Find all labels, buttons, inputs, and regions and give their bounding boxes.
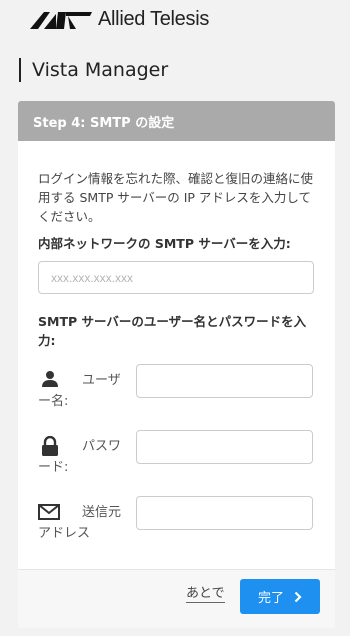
password-label: パスワード: [38, 439, 122, 475]
product-title: Vista Manager [19, 58, 168, 82]
later-link[interactable]: あとで [186, 586, 225, 603]
card-body: ログイン情報を忘れた際、確認と復旧の連絡に使用する SMTP サーバーの IP … [18, 141, 335, 544]
step-header: Step 4: SMTP の設定 [18, 101, 335, 141]
password-input[interactable] [136, 430, 313, 464]
sender-address-input[interactable] [136, 496, 313, 530]
setup-card: Step 4: SMTP の設定 ログイン情報を忘れた際、確認と復旧の連絡に使用… [18, 101, 335, 628]
username-row: ユーザー名: [38, 364, 315, 412]
logo-mark-icon [30, 11, 92, 29]
chevron-right-icon [294, 591, 302, 602]
smtp-server-input[interactable] [38, 261, 314, 294]
card-footer: あとで 完了 [18, 569, 335, 628]
smtp-server-label: 内部ネットワークの SMTP サーバーを入力: [38, 236, 291, 251]
username-label: ユーザー名: [38, 373, 121, 409]
password-row: パスワード: [38, 430, 315, 478]
logo-text: Allied Telesis [98, 8, 210, 30]
username-input[interactable] [136, 364, 313, 398]
smtp-auth-label: SMTP サーバーのユーザー名とパスワードを入力: [38, 314, 307, 348]
allied-telesis-logo: Allied Telesis [30, 8, 209, 31]
intro-text: ログイン情報を忘れた際、確認と復旧の連絡に使用する SMTP サーバーの IP … [38, 171, 314, 224]
sender-address-label: 送信元アドレス [38, 505, 122, 541]
sender-address-row: 送信元アドレス [38, 496, 315, 544]
finish-label: 完了 [257, 591, 284, 606]
finish-button[interactable]: 完了 [240, 579, 320, 614]
